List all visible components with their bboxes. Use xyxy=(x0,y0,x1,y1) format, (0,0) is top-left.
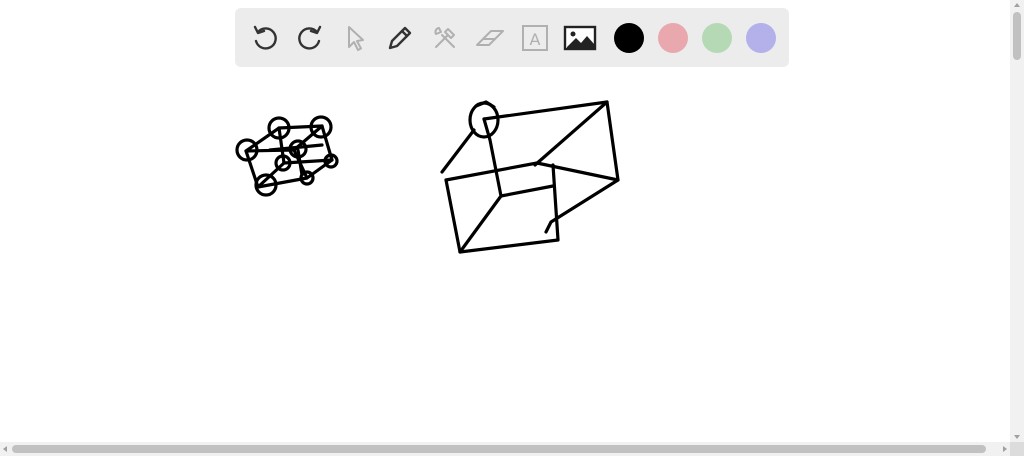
vertical-scroll-thumb[interactable] xyxy=(1013,12,1021,60)
image-icon xyxy=(563,25,597,50)
cursor-arrow-icon xyxy=(348,25,364,51)
text-box-icon: A xyxy=(522,24,548,51)
drawing-toolbar: A xyxy=(235,8,789,67)
insert-image-button[interactable] xyxy=(562,20,598,56)
small-lattice-sketch xyxy=(235,115,339,197)
shape-tools-button[interactable] xyxy=(427,20,463,56)
scroll-left-arrow-icon[interactable] xyxy=(3,446,7,452)
undo-icon xyxy=(253,25,277,50)
color-swatch-black[interactable] xyxy=(614,22,644,53)
horizontal-scroll-thumb[interactable] xyxy=(12,445,986,453)
redo-button[interactable] xyxy=(292,20,328,56)
scrollbar-corner xyxy=(1010,442,1024,456)
color-swatch-purple[interactable] xyxy=(746,22,776,53)
color-swatch-green[interactable] xyxy=(702,22,732,53)
horizontal-scrollbar[interactable] xyxy=(0,442,1010,456)
vertical-scrollbar[interactable] xyxy=(1010,0,1024,442)
large-cube-sketch xyxy=(440,100,620,254)
eraser-tool-button[interactable] xyxy=(472,20,508,56)
undo-button[interactable] xyxy=(247,20,283,56)
hammer-wrench-icon xyxy=(434,26,455,48)
scroll-right-arrow-icon[interactable] xyxy=(1003,446,1007,452)
pencil-icon xyxy=(388,26,412,49)
eraser-icon xyxy=(476,29,504,46)
text-tool-button[interactable]: A xyxy=(517,20,553,56)
select-tool-button[interactable] xyxy=(337,20,373,56)
svg-text:A: A xyxy=(530,30,541,49)
scroll-up-arrow-icon[interactable] xyxy=(1014,3,1020,7)
color-swatch-pink[interactable] xyxy=(658,22,688,53)
pen-tool-button[interactable] xyxy=(382,20,418,56)
redo-icon xyxy=(298,25,322,50)
scroll-down-arrow-icon[interactable] xyxy=(1014,435,1020,439)
